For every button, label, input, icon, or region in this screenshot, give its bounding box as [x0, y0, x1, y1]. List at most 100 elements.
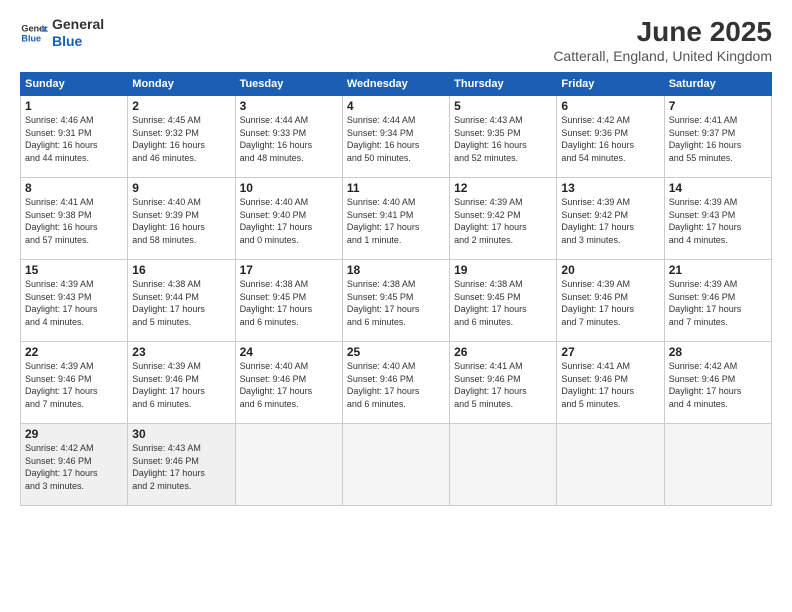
day-info: Sunrise: 4:38 AM Sunset: 9:45 PM Dayligh… [240, 278, 338, 328]
day-number: 25 [347, 345, 445, 359]
day-number: 8 [25, 181, 123, 195]
location: Catterall, England, United Kingdom [553, 48, 772, 64]
day-info: Sunrise: 4:41 AM Sunset: 9:46 PM Dayligh… [561, 360, 659, 410]
day-number: 26 [454, 345, 552, 359]
day-info: Sunrise: 4:39 AM Sunset: 9:43 PM Dayligh… [669, 196, 767, 246]
day-number: 29 [25, 427, 123, 441]
calendar-cell [342, 424, 449, 506]
day-number: 4 [347, 99, 445, 113]
calendar-week-row: 22 Sunrise: 4:39 AM Sunset: 9:46 PM Dayl… [21, 342, 772, 424]
col-friday: Friday [557, 73, 664, 96]
logo: General Blue General Blue [20, 16, 104, 50]
day-info: Sunrise: 4:38 AM Sunset: 9:45 PM Dayligh… [347, 278, 445, 328]
day-info: Sunrise: 4:38 AM Sunset: 9:45 PM Dayligh… [454, 278, 552, 328]
calendar-cell: 14 Sunrise: 4:39 AM Sunset: 9:43 PM Dayl… [664, 178, 771, 260]
day-number: 3 [240, 99, 338, 113]
calendar-header-row: Sunday Monday Tuesday Wednesday Thursday… [21, 73, 772, 96]
calendar-cell: 21 Sunrise: 4:39 AM Sunset: 9:46 PM Dayl… [664, 260, 771, 342]
day-number: 2 [132, 99, 230, 113]
day-info: Sunrise: 4:40 AM Sunset: 9:46 PM Dayligh… [240, 360, 338, 410]
day-number: 18 [347, 263, 445, 277]
day-info: Sunrise: 4:39 AM Sunset: 9:42 PM Dayligh… [454, 196, 552, 246]
day-number: 27 [561, 345, 659, 359]
day-info: Sunrise: 4:42 AM Sunset: 9:36 PM Dayligh… [561, 114, 659, 164]
calendar-cell: 19 Sunrise: 4:38 AM Sunset: 9:45 PM Dayl… [450, 260, 557, 342]
day-number: 14 [669, 181, 767, 195]
day-info: Sunrise: 4:39 AM Sunset: 9:46 PM Dayligh… [25, 360, 123, 410]
calendar-cell: 29 Sunrise: 4:42 AM Sunset: 9:46 PM Dayl… [21, 424, 128, 506]
day-number: 10 [240, 181, 338, 195]
col-monday: Monday [128, 73, 235, 96]
col-wednesday: Wednesday [342, 73, 449, 96]
calendar-cell: 17 Sunrise: 4:38 AM Sunset: 9:45 PM Dayl… [235, 260, 342, 342]
day-number: 9 [132, 181, 230, 195]
calendar-week-row: 15 Sunrise: 4:39 AM Sunset: 9:43 PM Dayl… [21, 260, 772, 342]
calendar-cell: 8 Sunrise: 4:41 AM Sunset: 9:38 PM Dayli… [21, 178, 128, 260]
title-block: June 2025 Catterall, England, United Kin… [553, 16, 772, 64]
svg-text:Blue: Blue [21, 33, 41, 43]
calendar-cell: 4 Sunrise: 4:44 AM Sunset: 9:34 PM Dayli… [342, 96, 449, 178]
calendar-cell [450, 424, 557, 506]
day-info: Sunrise: 4:41 AM Sunset: 9:37 PM Dayligh… [669, 114, 767, 164]
day-info: Sunrise: 4:39 AM Sunset: 9:46 PM Dayligh… [669, 278, 767, 328]
col-tuesday: Tuesday [235, 73, 342, 96]
day-info: Sunrise: 4:45 AM Sunset: 9:32 PM Dayligh… [132, 114, 230, 164]
header: General Blue General Blue June 2025 Catt… [20, 16, 772, 64]
calendar-cell: 26 Sunrise: 4:41 AM Sunset: 9:46 PM Dayl… [450, 342, 557, 424]
day-number: 24 [240, 345, 338, 359]
day-info: Sunrise: 4:44 AM Sunset: 9:34 PM Dayligh… [347, 114, 445, 164]
calendar-cell [664, 424, 771, 506]
calendar-cell: 9 Sunrise: 4:40 AM Sunset: 9:39 PM Dayli… [128, 178, 235, 260]
day-info: Sunrise: 4:40 AM Sunset: 9:46 PM Dayligh… [347, 360, 445, 410]
calendar-cell: 2 Sunrise: 4:45 AM Sunset: 9:32 PM Dayli… [128, 96, 235, 178]
calendar-week-row: 1 Sunrise: 4:46 AM Sunset: 9:31 PM Dayli… [21, 96, 772, 178]
calendar-cell: 6 Sunrise: 4:42 AM Sunset: 9:36 PM Dayli… [557, 96, 664, 178]
day-info: Sunrise: 4:39 AM Sunset: 9:42 PM Dayligh… [561, 196, 659, 246]
calendar-cell: 5 Sunrise: 4:43 AM Sunset: 9:35 PM Dayli… [450, 96, 557, 178]
day-number: 1 [25, 99, 123, 113]
calendar-cell: 11 Sunrise: 4:40 AM Sunset: 9:41 PM Dayl… [342, 178, 449, 260]
day-number: 12 [454, 181, 552, 195]
day-info: Sunrise: 4:40 AM Sunset: 9:39 PM Dayligh… [132, 196, 230, 246]
day-info: Sunrise: 4:39 AM Sunset: 9:43 PM Dayligh… [25, 278, 123, 328]
calendar-cell: 23 Sunrise: 4:39 AM Sunset: 9:46 PM Dayl… [128, 342, 235, 424]
calendar-cell: 3 Sunrise: 4:44 AM Sunset: 9:33 PM Dayli… [235, 96, 342, 178]
calendar-cell: 24 Sunrise: 4:40 AM Sunset: 9:46 PM Dayl… [235, 342, 342, 424]
calendar-week-row: 8 Sunrise: 4:41 AM Sunset: 9:38 PM Dayli… [21, 178, 772, 260]
day-number: 16 [132, 263, 230, 277]
day-number: 17 [240, 263, 338, 277]
calendar-cell: 12 Sunrise: 4:39 AM Sunset: 9:42 PM Dayl… [450, 178, 557, 260]
calendar-cell: 13 Sunrise: 4:39 AM Sunset: 9:42 PM Dayl… [557, 178, 664, 260]
day-info: Sunrise: 4:40 AM Sunset: 9:41 PM Dayligh… [347, 196, 445, 246]
day-number: 22 [25, 345, 123, 359]
day-number: 15 [25, 263, 123, 277]
calendar-cell [557, 424, 664, 506]
day-info: Sunrise: 4:44 AM Sunset: 9:33 PM Dayligh… [240, 114, 338, 164]
month-title: June 2025 [553, 16, 772, 48]
calendar-cell: 18 Sunrise: 4:38 AM Sunset: 9:45 PM Dayl… [342, 260, 449, 342]
day-info: Sunrise: 4:39 AM Sunset: 9:46 PM Dayligh… [561, 278, 659, 328]
calendar-week-row: 29 Sunrise: 4:42 AM Sunset: 9:46 PM Dayl… [21, 424, 772, 506]
day-number: 20 [561, 263, 659, 277]
day-info: Sunrise: 4:43 AM Sunset: 9:35 PM Dayligh… [454, 114, 552, 164]
day-number: 28 [669, 345, 767, 359]
day-number: 23 [132, 345, 230, 359]
calendar-cell: 7 Sunrise: 4:41 AM Sunset: 9:37 PM Dayli… [664, 96, 771, 178]
day-number: 6 [561, 99, 659, 113]
calendar-cell: 10 Sunrise: 4:40 AM Sunset: 9:40 PM Dayl… [235, 178, 342, 260]
day-info: Sunrise: 4:38 AM Sunset: 9:44 PM Dayligh… [132, 278, 230, 328]
day-number: 13 [561, 181, 659, 195]
col-sunday: Sunday [21, 73, 128, 96]
day-info: Sunrise: 4:41 AM Sunset: 9:38 PM Dayligh… [25, 196, 123, 246]
day-info: Sunrise: 4:42 AM Sunset: 9:46 PM Dayligh… [669, 360, 767, 410]
col-thursday: Thursday [450, 73, 557, 96]
logo-icon: General Blue [20, 19, 48, 47]
calendar-cell: 20 Sunrise: 4:39 AM Sunset: 9:46 PM Dayl… [557, 260, 664, 342]
logo-text: General Blue [52, 16, 104, 50]
calendar-cell: 22 Sunrise: 4:39 AM Sunset: 9:46 PM Dayl… [21, 342, 128, 424]
day-info: Sunrise: 4:39 AM Sunset: 9:46 PM Dayligh… [132, 360, 230, 410]
calendar-cell: 28 Sunrise: 4:42 AM Sunset: 9:46 PM Dayl… [664, 342, 771, 424]
calendar-cell: 27 Sunrise: 4:41 AM Sunset: 9:46 PM Dayl… [557, 342, 664, 424]
calendar-cell: 16 Sunrise: 4:38 AM Sunset: 9:44 PM Dayl… [128, 260, 235, 342]
day-number: 21 [669, 263, 767, 277]
